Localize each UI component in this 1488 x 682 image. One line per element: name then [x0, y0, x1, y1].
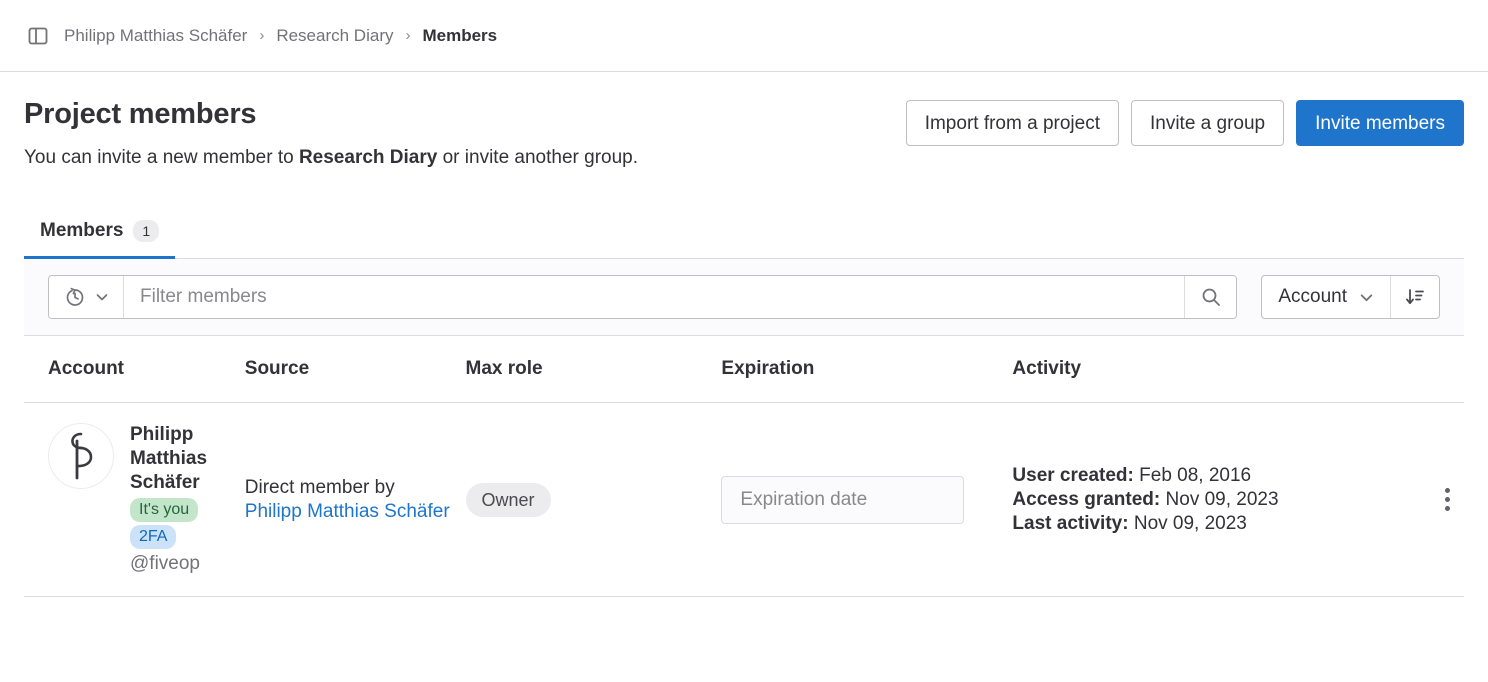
- breadcrumb-separator-icon: ›: [405, 27, 410, 44]
- filter-search-button[interactable]: [1184, 276, 1236, 318]
- subtitle-suffix: or invite another group.: [437, 147, 638, 168]
- kebab-dot: [1445, 497, 1450, 502]
- expiration-date-field[interactable]: [721, 476, 964, 524]
- chevron-down-icon: [95, 290, 109, 304]
- expiration-date-input[interactable]: [740, 489, 985, 511]
- table-header-row: Account Source Max role Expiration Activ…: [24, 336, 1464, 403]
- badge-row-you: It's you: [130, 498, 198, 522]
- activity-access-granted-value: Nov 09, 2023: [1166, 489, 1279, 510]
- breadcrumb-item-members: Members: [422, 26, 497, 46]
- breadcrumb-item-user[interactable]: Philipp Matthias Schäfer: [64, 26, 247, 46]
- breadcrumb: Philipp Matthias Schäfer › Research Diar…: [64, 26, 497, 46]
- chevron-down-icon: [1359, 290, 1374, 305]
- tab-members-label: Members: [40, 220, 123, 242]
- account-cell: Philipp Matthias Schäfer It's you 2FA @f…: [48, 423, 245, 576]
- tab-members-count: 1: [133, 220, 159, 242]
- status-badge-its-you: It's you: [130, 498, 198, 522]
- members-table: Account Source Max role Expiration Activ…: [24, 336, 1464, 597]
- search-icon: [1199, 285, 1223, 309]
- activity-last-activity-value: Nov 09, 2023: [1134, 513, 1247, 534]
- cell-max-role: Owner: [466, 403, 722, 597]
- sort-descending-icon: [1404, 286, 1426, 308]
- member-name: Philipp Matthias Schäfer: [130, 423, 240, 495]
- account-text: Philipp Matthias Schäfer It's you 2FA @f…: [130, 423, 240, 576]
- sort-control-group: Account: [1261, 275, 1440, 319]
- badge-row-2fa: 2FA: [130, 525, 176, 549]
- filter-bar: Account: [24, 259, 1464, 336]
- table-row: Philipp Matthias Schäfer It's you 2FA @f…: [24, 403, 1464, 597]
- cell-activity: User created: Feb 08, 2016 Access grante…: [1012, 403, 1373, 597]
- subtitle-prefix: You can invite a new member to: [24, 147, 299, 168]
- page-subtitle: You can invite a new member to Research …: [24, 145, 638, 171]
- column-header-actions: [1374, 336, 1464, 403]
- avatar[interactable]: [48, 423, 114, 489]
- import-from-project-button[interactable]: Import from a project: [906, 100, 1119, 146]
- column-header-max-role: Max role: [466, 336, 722, 403]
- max-role-badge: Owner: [466, 483, 551, 517]
- tab-members[interactable]: Members 1: [24, 216, 175, 259]
- invite-a-group-button[interactable]: Invite a group: [1131, 100, 1284, 146]
- page-title-block: Project members You can invite a new mem…: [24, 96, 638, 171]
- kebab-dot: [1445, 488, 1450, 493]
- source-text: Direct member by Philipp Matthias Schäfe…: [245, 476, 466, 524]
- activity-last-activity-label: Last activity:: [1012, 513, 1128, 534]
- member-handle: @fiveop: [130, 552, 200, 576]
- page-header: Project members You can invite a new mem…: [24, 72, 1464, 171]
- filter-input-group: [48, 275, 1237, 319]
- cell-expiration: [721, 403, 1012, 597]
- tab-bar: Members 1: [24, 215, 1464, 259]
- source-type-label: Direct member by: [245, 477, 395, 498]
- breadcrumb-item-project[interactable]: Research Diary: [276, 26, 393, 46]
- filter-history-button[interactable]: [49, 276, 124, 318]
- subtitle-project-name: Research Diary: [299, 147, 437, 168]
- activity-access-granted-label: Access granted:: [1012, 489, 1160, 510]
- sort-field-label: Account: [1278, 286, 1347, 308]
- column-header-activity: Activity: [1012, 336, 1373, 403]
- status-badge-2fa: 2FA: [130, 525, 176, 549]
- members-table-body: Philipp Matthias Schäfer It's you 2FA @f…: [24, 403, 1464, 597]
- cell-source: Direct member by Philipp Matthias Schäfe…: [245, 403, 466, 597]
- activity-last-activity: Last activity: Nov 09, 2023: [1012, 512, 1373, 536]
- sidebar-toggle-button[interactable]: [24, 22, 52, 50]
- activity-user-created-label: User created:: [1012, 465, 1133, 486]
- members-table-head: Account Source Max role Expiration Activ…: [24, 336, 1464, 403]
- column-header-account: Account: [24, 336, 245, 403]
- cell-actions: [1374, 403, 1464, 597]
- user-avatar-monogram-icon: [53, 428, 109, 484]
- activity-user-created-value: Feb 08, 2016: [1139, 465, 1251, 486]
- filter-members-input[interactable]: [124, 276, 1184, 318]
- sort-direction-button[interactable]: [1391, 276, 1439, 318]
- sort-field-dropdown[interactable]: Account: [1262, 276, 1391, 318]
- source-inviter-link[interactable]: Philipp Matthias Schäfer: [245, 501, 450, 522]
- header-actions: Import from a project Invite a group Inv…: [906, 96, 1464, 146]
- page-title: Project members: [24, 96, 638, 132]
- history-icon: [63, 285, 87, 309]
- column-header-source: Source: [245, 336, 466, 403]
- invite-members-button[interactable]: Invite members: [1296, 100, 1464, 146]
- column-header-expiration: Expiration: [721, 336, 1012, 403]
- activity-access-granted: Access granted: Nov 09, 2023: [1012, 488, 1373, 512]
- breadcrumb-bar: Philipp Matthias Schäfer › Research Diar…: [0, 0, 1488, 72]
- sidebar-toggle-icon: [27, 25, 49, 47]
- activity-user-created: User created: Feb 08, 2016: [1012, 464, 1373, 488]
- kebab-dot: [1445, 506, 1450, 511]
- breadcrumb-separator-icon: ›: [259, 27, 264, 44]
- cell-account: Philipp Matthias Schäfer It's you 2FA @f…: [24, 403, 245, 597]
- row-actions-menu-button[interactable]: [1430, 483, 1464, 517]
